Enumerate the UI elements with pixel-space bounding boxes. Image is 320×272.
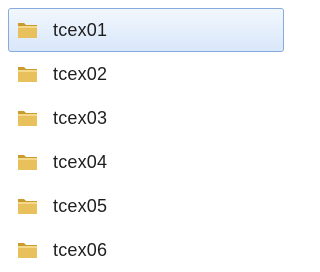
folder-item-tcex02[interactable]: tcex02 xyxy=(8,52,284,96)
folder-icon xyxy=(17,240,39,260)
folder-item-label: tcex03 xyxy=(53,107,108,128)
folder-icon xyxy=(17,108,39,128)
folder-item-tcex04[interactable]: tcex04 xyxy=(8,140,284,184)
folder-item-label: tcex05 xyxy=(53,195,108,216)
folder-item-label: tcex06 xyxy=(53,239,108,260)
folder-item-label: tcex04 xyxy=(53,151,108,172)
folder-icon xyxy=(17,20,39,40)
folder-icon xyxy=(17,64,39,84)
folder-item-tcex05[interactable]: tcex05 xyxy=(8,184,284,228)
folder-item-label: tcex01 xyxy=(53,19,108,40)
folder-icon xyxy=(17,196,39,216)
folder-item-tcex01[interactable]: tcex01 xyxy=(8,8,284,52)
folder-icon xyxy=(17,152,39,172)
folder-list: tcex01 tcex02 tcex03 tcex04 tcex05 tcex0… xyxy=(8,8,284,272)
folder-item-tcex03[interactable]: tcex03 xyxy=(8,96,284,140)
folder-item-tcex06[interactable]: tcex06 xyxy=(8,228,284,272)
folder-item-label: tcex02 xyxy=(53,63,108,84)
